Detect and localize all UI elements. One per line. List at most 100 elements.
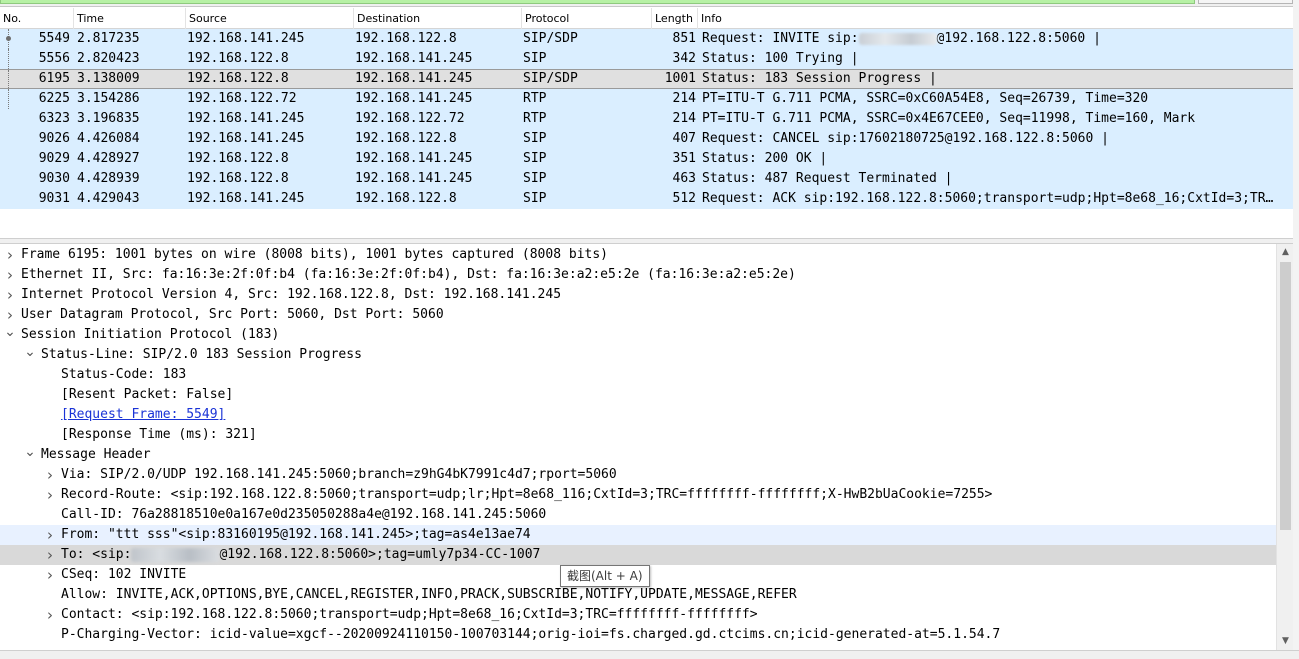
packet-source: 192.168.122.8 — [187, 71, 289, 86]
tree-item[interactable]: › Ethernet II, Src: fa:16:3e:2f:0f:b4 (fa… — [0, 265, 1276, 285]
packet-length: 351 — [672, 151, 696, 166]
chevron-right-icon[interactable]: › — [44, 525, 56, 545]
packet-info: Status: 487 Request Terminated | — [702, 169, 1292, 189]
packet-time: 4.428927 — [77, 151, 140, 166]
chevron-down-icon[interactable]: ⌄ — [24, 445, 36, 465]
packet-protocol: SIP — [523, 191, 547, 206]
packet-row[interactable]: 6195 3.138009 192.168.122.8 192.168.141.245… — [0, 69, 1299, 89]
tree-item[interactable]: › Via: SIP/2.0/UDP 192.168.141.245:5060;b… — [0, 465, 1276, 485]
chevron-right-icon[interactable]: › — [44, 605, 56, 625]
packet-source: 192.168.141.245 — [187, 191, 305, 206]
packet-row[interactable]: 9031 4.429043 192.168.141.245 192.168.122.8… — [0, 189, 1299, 209]
packet-time: 3.196835 — [77, 111, 140, 126]
packet-destination: 192.168.122.72 — [355, 111, 465, 126]
tree-item[interactable]: › Record-Route: <sip:192.168.122.8:5060;t… — [0, 485, 1276, 505]
details-scrollbar[interactable]: ▲ ▼ — [1276, 244, 1293, 650]
scroll-up-icon[interactable]: ▲ — [1277, 244, 1294, 261]
tree-item[interactable]: › Contact: <sip:192.168.122.8:5060;transp… — [0, 605, 1276, 625]
chevron-right-icon[interactable]: › — [4, 285, 16, 305]
tree-item-label: [Response Time (ms): 321] — [61, 427, 257, 442]
packet-number-text: 6225 — [38, 91, 70, 106]
packet-info-text: Request: ACK sip:192.168.122.8:5060;tran… — [702, 191, 1274, 206]
packet-row[interactable]: 5556 2.820423 192.168.122.8 192.168.141.245… — [0, 49, 1299, 69]
column-header-source[interactable]: Source — [186, 8, 354, 29]
chevron-right-icon[interactable]: › — [4, 305, 16, 325]
tree-item[interactable]: Allow: INVITE,ACK,OPTIONS,BYE,CANCEL,REG… — [0, 585, 1276, 605]
chevron-right-icon[interactable]: › — [44, 545, 56, 565]
tree-item-label: Status-Line: SIP/2.0 183 Session Progres… — [41, 347, 362, 362]
packet-info: PT=ITU-T G.711 PCMA, SSRC=0xC60A54E8, Se… — [702, 89, 1292, 109]
packet-time: 2.820423 — [77, 51, 140, 66]
packet-info-text: Status: 100 Trying | — [702, 51, 859, 66]
tree-item[interactable]: [Request Frame: 5549] — [0, 405, 1276, 425]
packet-row[interactable]: 9026 4.426084 192.168.141.245 192.168.122.8… — [0, 129, 1299, 149]
chevron-right-icon[interactable]: › — [44, 565, 56, 585]
packet-protocol: SIP — [523, 171, 547, 186]
tree-item-label: User Datagram Protocol, Src Port: 5060, … — [21, 307, 444, 322]
column-header-time[interactable]: Time — [74, 8, 186, 29]
chevron-right-icon[interactable]: › — [4, 265, 16, 285]
tree-item[interactable]: › Frame 6195: 1001 bytes on wire (8008 bi… — [0, 245, 1276, 265]
chevron-right-icon[interactable]: › — [44, 485, 56, 505]
packet-row[interactable]: 6323 3.196835 192.168.141.245 192.168.122.7… — [0, 109, 1299, 129]
packet-number-text: 6323 — [38, 111, 70, 126]
packet-row[interactable]: 9029 4.428927 192.168.122.8 192.168.141.245… — [0, 149, 1299, 169]
packet-protocol: RTP — [523, 111, 547, 126]
chevron-down-icon[interactable]: ⌄ — [4, 325, 16, 345]
filter-expression-button[interactable] — [1198, 0, 1293, 4]
packet-row[interactable]: 6225 3.154286 192.168.122.72 192.168.141.24… — [0, 89, 1299, 109]
packet-info: Request: ACK sip:192.168.122.8:5060;tran… — [702, 189, 1292, 209]
tree-item[interactable]: › To: <sip: @192.168.122.8:5060>;tag=umly7… — [0, 545, 1276, 565]
tree-item[interactable]: › User Datagram Protocol, Src Port: 5060,… — [0, 305, 1276, 325]
packet-row[interactable]: 5549 2.817235 192.168.141.245 192.168.122.8… — [0, 29, 1299, 49]
packet-length: 407 — [672, 131, 696, 146]
tree-item-label: Ethernet II, Src: fa:16:3e:2f:0f:b4 (fa:… — [21, 267, 796, 282]
packet-source: 192.168.122.72 — [187, 91, 297, 106]
display-filter-input[interactable] — [0, 0, 1195, 4]
tree-item-label: Via: SIP/2.0/UDP 192.168.141.245:5060;br… — [61, 467, 617, 482]
packet-info-text: Request: CANCEL sip:17602180725@192.168.… — [702, 131, 1109, 146]
packet-number-text: 9026 — [38, 131, 70, 146]
screenshot-tooltip: 截图(Alt + A) — [560, 565, 650, 587]
packet-list: No. Time Source Destination Protocol Len… — [0, 8, 1299, 238]
tree-item-label: From: "ttt sss"<sip:83160195@192.168.141… — [61, 527, 531, 542]
packet-destination: 192.168.141.245 — [355, 71, 473, 86]
packet-row[interactable]: 9030 4.428939 192.168.122.8 192.168.141.245… — [0, 169, 1299, 189]
tree-item[interactable]: ⌄ Message Header — [0, 445, 1276, 465]
scroll-down-icon[interactable]: ▼ — [1277, 633, 1294, 650]
column-header-info[interactable]: Info — [698, 8, 1299, 29]
column-header-protocol[interactable]: Protocol — [522, 8, 652, 29]
request-frame-link[interactable]: [Request Frame: 5549] — [61, 405, 225, 425]
column-header-length[interactable]: Length — [652, 8, 698, 29]
tree-item-label-prefix: To: <sip: — [61, 547, 132, 562]
packet-number: 6323 — [0, 109, 70, 129]
packet-destination: 192.168.141.245 — [355, 51, 473, 66]
tree-item[interactable]: ⌄ Status-Line: SIP/2.0 183 Session Progre… — [0, 345, 1276, 365]
chevron-down-icon[interactable]: ⌄ — [24, 345, 36, 365]
tree-item[interactable]: [Resent Packet: False] — [0, 385, 1276, 405]
packet-info: Status: 183 Session Progress | — [702, 70, 1292, 88]
packet-protocol: SIP — [523, 51, 547, 66]
tree-item[interactable]: › Internet Protocol Version 4, Src: 192.1… — [0, 285, 1276, 305]
chevron-right-icon[interactable]: › — [4, 245, 16, 265]
chevron-right-icon[interactable]: › — [44, 465, 56, 485]
tree-item[interactable]: › From: "ttt sss"<sip:83160195@192.168.14… — [0, 525, 1276, 545]
tree-item[interactable]: Status-Code: 183 — [0, 365, 1276, 385]
packet-info-text: Status: 200 OK | — [702, 151, 828, 166]
tree-item-label: Internet Protocol Version 4, Src: 192.16… — [21, 287, 562, 302]
tree-item-label: Call-ID: 76a28818510e0a167e0d235050288a4… — [61, 507, 547, 522]
packet-number-text: 6195 — [38, 71, 70, 86]
packet-source: 192.168.141.245 — [187, 131, 305, 146]
tree-item[interactable]: Call-ID: 76a28818510e0a167e0d235050288a4… — [0, 505, 1276, 525]
tree-item[interactable]: [Response Time (ms): 321] — [0, 425, 1276, 445]
column-header-no[interactable]: No. — [0, 8, 74, 29]
scrollbar-thumb[interactable] — [1280, 262, 1291, 530]
tree-item[interactable]: P-Charging-Vector: icid-value=xgcf--2020… — [0, 625, 1276, 645]
packet-destination: 192.168.141.245 — [355, 91, 473, 106]
packet-time: 3.138009 — [77, 71, 140, 86]
tree-item[interactable]: ⌄ Session Initiation Protocol (183) — [0, 325, 1276, 345]
packet-number-text: 9031 — [38, 191, 70, 206]
packet-info-text: PT=ITU-T G.711 PCMA, SSRC=0xC60A54E8, Se… — [702, 91, 1149, 106]
packet-source: 192.168.141.245 — [187, 31, 305, 46]
column-header-destination[interactable]: Destination — [354, 8, 522, 29]
